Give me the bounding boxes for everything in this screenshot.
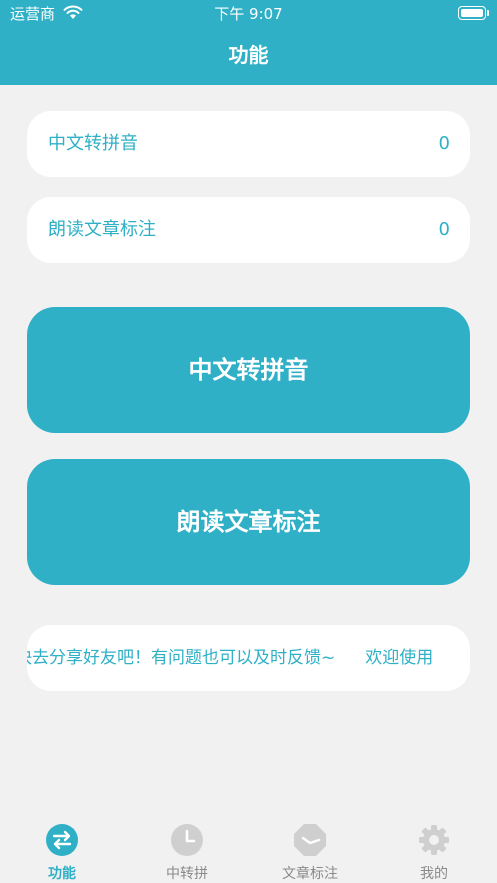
marquee-text: 快去分享好友吧！有问题也可以及时反馈~ — [27, 648, 336, 668]
row-count: 0 — [438, 133, 450, 154]
tab-label: 我的 — [420, 866, 448, 882]
status-bar: 运营商 下午 9:07 — [0, 0, 497, 28]
tab-mine[interactable]: 我的 — [384, 823, 484, 883]
marquee-track: 快去分享好友吧！有问题也可以及时反馈~ 欢迎使用 — [27, 625, 433, 691]
annotate-count-row[interactable]: 朗读文章标注 0 — [27, 197, 470, 263]
tab-label: 文章标注 — [282, 866, 338, 882]
row-label: 朗读文章标注 — [48, 219, 156, 240]
tab-label: 功能 — [48, 866, 76, 882]
pinyin-button[interactable]: 中文转拼音 — [27, 307, 470, 433]
notice-marquee: 快去分享好友吧！有问题也可以及时反馈~ 欢迎使用 — [27, 625, 470, 691]
battery-tip — [487, 10, 489, 16]
clock-icon — [137, 823, 237, 861]
tab-label: 中转拼 — [166, 866, 208, 882]
battery-icon — [458, 6, 486, 20]
swap-arrows-icon — [12, 823, 112, 861]
tab-pinyin[interactable]: 中转拼 — [137, 823, 237, 883]
row-count: 0 — [438, 219, 450, 240]
row-label: 中文转拼音 — [48, 133, 138, 154]
nav-header: 运营商 下午 9:07 功能 — [0, 0, 497, 85]
page-title: 功能 — [228, 43, 269, 67]
tab-bar: 功能 中转拼 文章标注 我的 — [0, 815, 497, 883]
octagon-clock-icon — [260, 823, 360, 861]
pinyin-count-row[interactable]: 中文转拼音 0 — [27, 111, 470, 177]
tab-function[interactable]: 功能 — [12, 823, 112, 883]
marquee-text-repeat: 欢迎使用 — [365, 648, 434, 668]
status-time: 下午 9:07 — [214, 5, 283, 23]
gear-icon — [384, 823, 484, 861]
tab-annotate[interactable]: 文章标注 — [260, 823, 360, 883]
annotate-button[interactable]: 朗读文章标注 — [27, 459, 470, 585]
